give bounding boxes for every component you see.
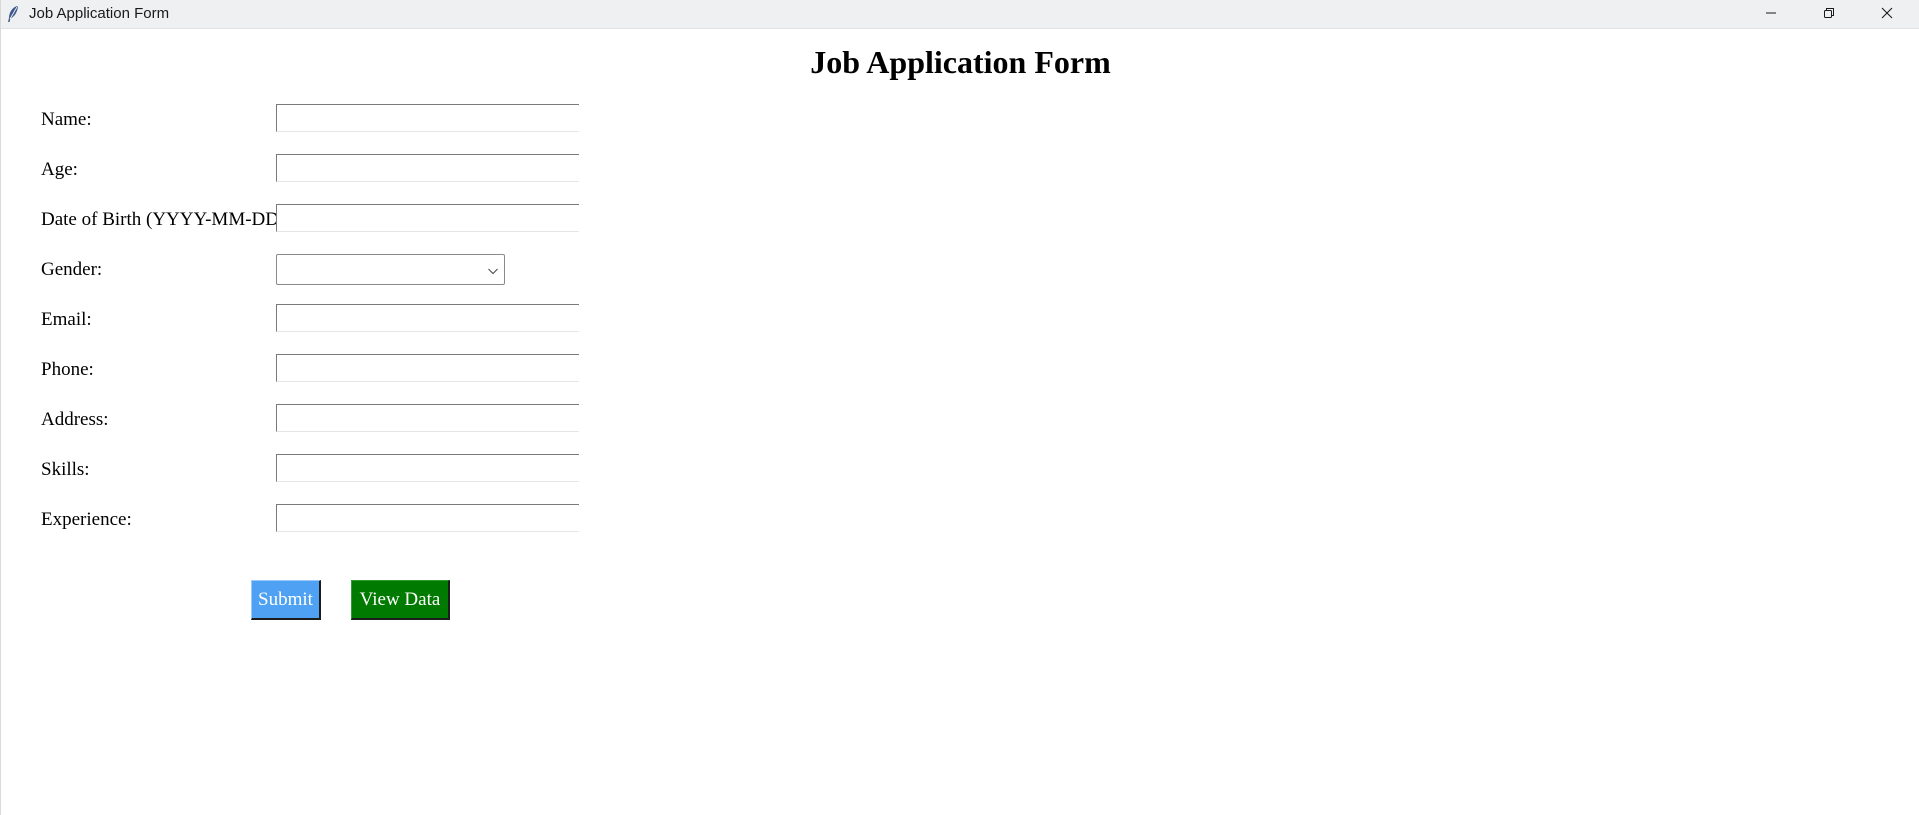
- skills-input[interactable]: [276, 454, 579, 482]
- dob-label-container: Date of Birth (YYYY-MM-DD):: [41, 209, 277, 233]
- page-title: Job Application Form: [810, 44, 1111, 80]
- dob-input[interactable]: [276, 204, 579, 232]
- restore-button[interactable]: [1800, 0, 1858, 29]
- address-input[interactable]: [276, 404, 579, 432]
- skills-label: Skills:: [41, 459, 90, 480]
- minimize-button[interactable]: [1742, 0, 1800, 29]
- phone-label: Phone:: [41, 359, 94, 380]
- name-input[interactable]: [276, 104, 579, 132]
- minimize-icon: [1765, 6, 1777, 24]
- email-label: Email:: [41, 309, 92, 330]
- age-input[interactable]: [276, 154, 579, 182]
- gender-label: Gender:: [41, 259, 103, 280]
- restore-icon: [1823, 6, 1835, 24]
- experience-label: Experience:: [41, 509, 132, 530]
- chevron-down-icon[interactable]: [487, 264, 499, 276]
- window-title: Job Application Form: [29, 5, 170, 22]
- close-icon: [1881, 6, 1893, 24]
- title-bar[interactable]: Job Application Form: [1, 0, 1919, 29]
- app-window: Job Application Form Job Application For…: [0, 0, 1919, 815]
- experience-input[interactable]: [276, 504, 579, 532]
- dob-label: Date of Birth (YYYY-MM-DD):: [41, 209, 277, 230]
- view-data-button[interactable]: View Data: [351, 580, 450, 620]
- close-button[interactable]: [1858, 0, 1916, 29]
- email-input[interactable]: [276, 304, 579, 332]
- submit-button[interactable]: Submit: [251, 580, 321, 620]
- age-label: Age:: [41, 159, 78, 180]
- feather-icon: [6, 5, 20, 23]
- gender-select[interactable]: [276, 254, 505, 285]
- address-label: Address:: [41, 409, 109, 430]
- name-label: Name:: [41, 109, 92, 130]
- phone-input[interactable]: [276, 354, 579, 382]
